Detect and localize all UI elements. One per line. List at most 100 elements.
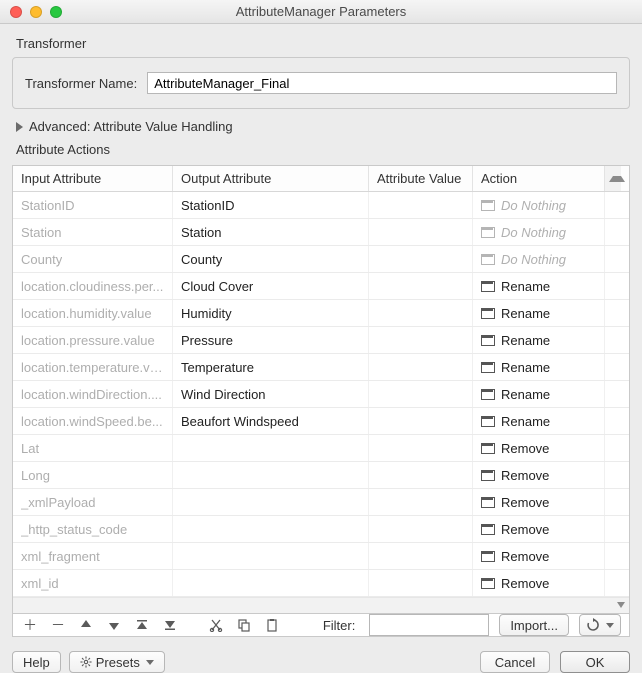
cell-output-attribute[interactable]: [173, 516, 369, 542]
table-row[interactable]: location.temperature.va...Temperature Ren…: [13, 354, 629, 381]
add-row-button[interactable]: ＋: [21, 616, 39, 634]
cell-action[interactable]: Rename: [473, 273, 605, 299]
cell-input-attribute[interactable]: location.temperature.va...: [13, 354, 173, 380]
remove-row-button[interactable]: －: [49, 616, 67, 634]
cell-action[interactable]: Remove: [473, 570, 605, 596]
cell-attribute-value[interactable]: [369, 300, 473, 326]
transformer-name-input[interactable]: [147, 72, 617, 94]
cell-input-attribute[interactable]: xml_fragment: [13, 543, 173, 569]
table-row[interactable]: Lat Remove: [13, 435, 629, 462]
table-row[interactable]: CountyCountyDo Nothing: [13, 246, 629, 273]
cell-output-attribute[interactable]: [173, 570, 369, 596]
move-bottom-button[interactable]: [161, 616, 179, 634]
cell-attribute-value[interactable]: [369, 516, 473, 542]
table-row[interactable]: Long Remove: [13, 462, 629, 489]
cell-action[interactable]: Remove: [473, 543, 605, 569]
cell-input-attribute[interactable]: StationID: [13, 192, 173, 218]
cell-input-attribute[interactable]: location.humidity.value: [13, 300, 173, 326]
cell-action[interactable]: Remove: [473, 489, 605, 515]
cell-output-attribute[interactable]: Humidity: [173, 300, 369, 326]
table-row[interactable]: xml_id Remove: [13, 570, 629, 597]
table-row[interactable]: _xmlPayload Remove: [13, 489, 629, 516]
cell-input-attribute[interactable]: xml_id: [13, 570, 173, 596]
cell-output-attribute[interactable]: [173, 489, 369, 515]
table-row[interactable]: location.pressure.valuePressure Rename: [13, 327, 629, 354]
cell-output-attribute[interactable]: Cloud Cover: [173, 273, 369, 299]
cell-attribute-value[interactable]: [369, 570, 473, 596]
cell-action[interactable]: Remove: [473, 516, 605, 542]
cell-output-attribute[interactable]: Pressure: [173, 327, 369, 353]
filter-input[interactable]: [369, 614, 489, 636]
copy-button[interactable]: [235, 616, 253, 634]
cell-input-attribute[interactable]: County: [13, 246, 173, 272]
cell-input-attribute[interactable]: Station: [13, 219, 173, 245]
cell-input-attribute[interactable]: Lat: [13, 435, 173, 461]
cell-output-attribute[interactable]: [173, 543, 369, 569]
cell-output-attribute[interactable]: [173, 435, 369, 461]
col-attribute-value[interactable]: Attribute Value: [369, 166, 473, 191]
table-row[interactable]: location.windSpeed.be...Beaufort Windspe…: [13, 408, 629, 435]
ok-button[interactable]: OK: [560, 651, 630, 673]
cell-input-attribute[interactable]: _http_status_code: [13, 516, 173, 542]
cut-button[interactable]: [207, 616, 225, 634]
table-row[interactable]: location.humidity.valueHumidity Rename: [13, 300, 629, 327]
cell-output-attribute[interactable]: [173, 462, 369, 488]
cell-attribute-value[interactable]: [369, 219, 473, 245]
cell-input-attribute[interactable]: location.pressure.value: [13, 327, 173, 353]
cancel-button[interactable]: Cancel: [480, 651, 550, 673]
col-input-attribute[interactable]: Input Attribute: [13, 166, 173, 191]
cell-attribute-value[interactable]: [369, 273, 473, 299]
table-row[interactable]: StationIDStationID Do Nothing: [13, 192, 629, 219]
cell-attribute-value[interactable]: [369, 489, 473, 515]
table-row[interactable]: location.windDirection....Wind Direction…: [13, 381, 629, 408]
table-row[interactable]: location.cloudiness.per...Cloud Cover Ren…: [13, 273, 629, 300]
cell-output-attribute[interactable]: County: [173, 246, 369, 272]
help-button[interactable]: Help: [12, 651, 61, 673]
close-window-button[interactable]: [10, 6, 22, 18]
cell-attribute-value[interactable]: [369, 354, 473, 380]
cell-output-attribute[interactable]: Temperature: [173, 354, 369, 380]
cell-action[interactable]: Rename: [473, 408, 605, 434]
table-row[interactable]: StationStation Do Nothing: [13, 219, 629, 246]
cell-input-attribute[interactable]: location.cloudiness.per...: [13, 273, 173, 299]
cell-action[interactable]: Rename: [473, 327, 605, 353]
cell-attribute-value[interactable]: [369, 435, 473, 461]
cell-attribute-value[interactable]: [369, 462, 473, 488]
cell-input-attribute[interactable]: Long: [13, 462, 173, 488]
advanced-disclosure[interactable]: Advanced: Attribute Value Handling: [16, 119, 630, 134]
cell-attribute-value[interactable]: [369, 246, 473, 272]
cell-output-attribute[interactable]: Wind Direction: [173, 381, 369, 407]
cell-action[interactable]: Remove: [473, 435, 605, 461]
import-button[interactable]: Import...: [499, 614, 569, 636]
move-up-button[interactable]: [77, 616, 95, 634]
cell-action[interactable]: Do Nothing: [473, 219, 605, 245]
scroll-down-icon[interactable]: [13, 597, 629, 613]
col-action[interactable]: Action: [473, 166, 605, 191]
cell-attribute-value[interactable]: [369, 381, 473, 407]
cell-input-attribute[interactable]: location.windSpeed.be...: [13, 408, 173, 434]
scroll-up-icon[interactable]: [605, 166, 621, 191]
cell-action[interactable]: Remove: [473, 462, 605, 488]
cell-attribute-value[interactable]: [369, 327, 473, 353]
cell-action[interactable]: Rename: [473, 354, 605, 380]
cell-input-attribute[interactable]: _xmlPayload: [13, 489, 173, 515]
cell-output-attribute[interactable]: Station: [173, 219, 369, 245]
presets-button[interactable]: Presets: [69, 651, 165, 673]
move-top-button[interactable]: [133, 616, 151, 634]
cell-output-attribute[interactable]: StationID: [173, 192, 369, 218]
refresh-button[interactable]: [579, 614, 621, 636]
cell-input-attribute[interactable]: location.windDirection....: [13, 381, 173, 407]
table-row[interactable]: _http_status_code Remove: [13, 516, 629, 543]
table-row[interactable]: xml_fragment Remove: [13, 543, 629, 570]
cell-action[interactable]: Do Nothing: [473, 192, 605, 218]
move-down-button[interactable]: [105, 616, 123, 634]
cell-action[interactable]: Rename: [473, 300, 605, 326]
minimize-window-button[interactable]: [30, 6, 42, 18]
cell-attribute-value[interactable]: [369, 543, 473, 569]
cell-attribute-value[interactable]: [369, 192, 473, 218]
cell-output-attribute[interactable]: Beaufort Windspeed: [173, 408, 369, 434]
cell-action[interactable]: Rename: [473, 381, 605, 407]
col-output-attribute[interactable]: Output Attribute: [173, 166, 369, 191]
cell-attribute-value[interactable]: [369, 408, 473, 434]
paste-button[interactable]: [263, 616, 281, 634]
